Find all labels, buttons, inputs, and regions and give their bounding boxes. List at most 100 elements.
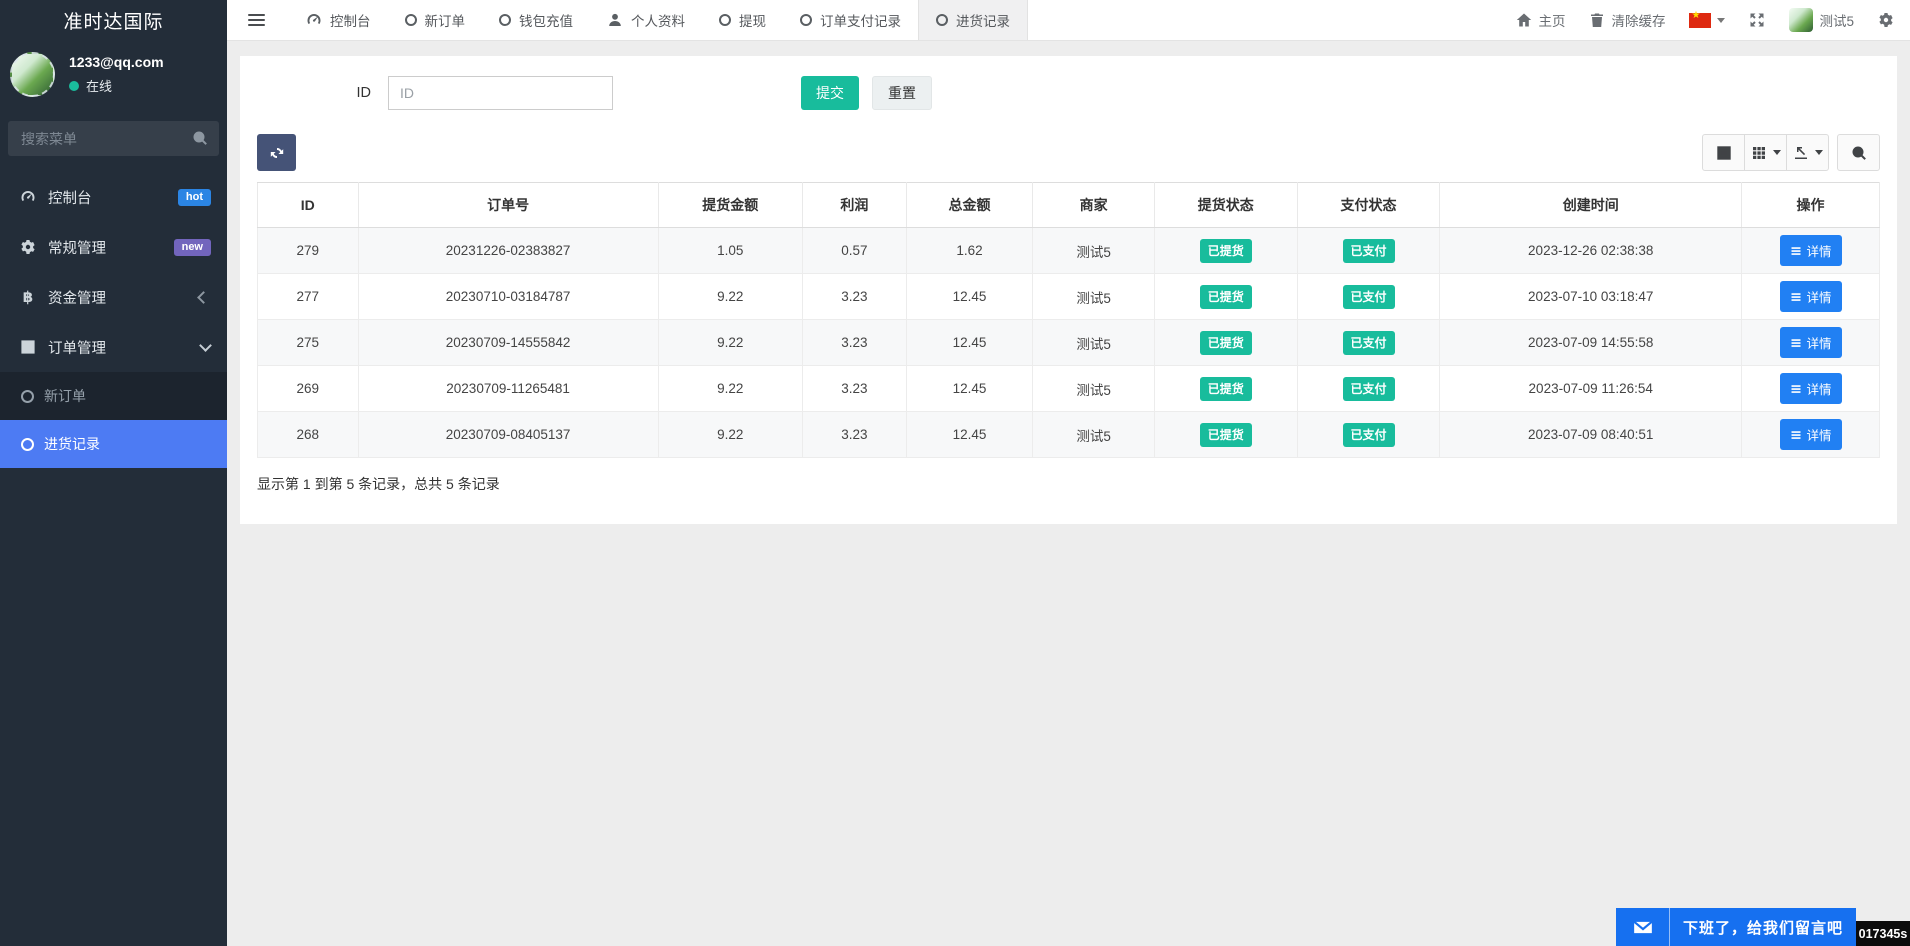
tab-label: 钱包充值 [519, 10, 573, 30]
detail-button[interactable]: 详情 [1780, 419, 1842, 450]
cell-action: 详情 [1742, 274, 1880, 320]
column-header[interactable]: 操作 [1742, 183, 1880, 228]
column-header[interactable]: 创建时间 [1440, 183, 1742, 228]
tab-console[interactable]: 控制台 [289, 0, 388, 40]
sidebar-subitem-purchase-records[interactable]: 进货记录 [0, 420, 227, 468]
sidebar-item-console[interactable]: 控制台hot [0, 172, 227, 222]
tachometer-icon [16, 189, 40, 205]
cell-id: 279 [258, 228, 359, 274]
search-icon [1851, 145, 1867, 161]
brand-title: 准时达国际 [0, 0, 227, 44]
sidebar-item-order-management[interactable]: 订单管理 [0, 322, 227, 372]
cell-action: 详情 [1742, 412, 1880, 458]
detail-view-icon [1716, 145, 1732, 161]
export-button[interactable] [1786, 134, 1829, 171]
gear-icon[interactable] [1878, 12, 1894, 28]
detail-button[interactable]: 详情 [1780, 281, 1842, 312]
table-row: 27920231226-023838271.050.571.62测试5已提货已支… [258, 228, 1880, 274]
hamburger-menu-icon[interactable] [244, 8, 269, 32]
cell-pay-status: 已支付 [1297, 228, 1440, 274]
cell-order-no: 20231226-02383827 [358, 228, 658, 274]
tab-label: 控制台 [330, 10, 371, 30]
cell-action: 详情 [1742, 366, 1880, 412]
submit-button[interactable]: 提交 [801, 76, 859, 110]
pay-status-badge: 已支付 [1343, 377, 1395, 401]
column-header[interactable]: 支付状态 [1297, 183, 1440, 228]
tab-new-order[interactable]: 新订单 [388, 0, 483, 40]
cell-profit: 3.23 [802, 412, 906, 458]
user-avatar [1789, 8, 1813, 32]
column-header[interactable]: 商家 [1033, 183, 1155, 228]
cell-total: 12.45 [906, 366, 1033, 412]
column-header[interactable]: 提货金额 [658, 183, 802, 228]
table-body: 27920231226-023838271.050.571.62测试5已提货已支… [258, 228, 1880, 458]
detail-view-button[interactable] [1702, 134, 1745, 171]
column-header[interactable]: 提货状态 [1154, 183, 1297, 228]
pickup-status-badge: 已提货 [1200, 285, 1252, 309]
language-dropdown[interactable]: ★ [1689, 13, 1725, 28]
column-header[interactable]: 总金额 [906, 183, 1033, 228]
toolbar-right [1702, 134, 1880, 171]
hot-badge: hot [178, 189, 211, 206]
reset-button[interactable]: 重置 [872, 76, 932, 110]
cell-profit: 0.57 [802, 228, 906, 274]
tab-label: 个人资料 [631, 10, 685, 30]
username-label: 测试5 [1819, 10, 1854, 30]
columns-button[interactable] [1744, 134, 1787, 171]
cell-total: 12.45 [906, 412, 1033, 458]
sidebar-item-label: 订单管理 [48, 337, 106, 358]
table-search-button[interactable] [1837, 134, 1880, 171]
tab-withdraw[interactable]: 提现 [702, 0, 783, 40]
clear-cache-link[interactable]: 清除缓存 [1589, 10, 1665, 30]
caret-down-icon [1815, 150, 1823, 155]
tab-purchase-records[interactable]: 进货记录 [918, 0, 1028, 40]
menu-search-input[interactable] [8, 121, 219, 156]
topbar-right: 主页 清除缓存 ★ 测试5 [1516, 0, 1910, 40]
cell-merchant: 测试5 [1033, 228, 1155, 274]
column-header[interactable]: 订单号 [358, 183, 658, 228]
cell-created: 2023-07-10 03:18:47 [1440, 274, 1742, 320]
list-icon [1790, 429, 1802, 441]
avatar[interactable] [10, 52, 55, 97]
home-link[interactable]: 主页 [1516, 10, 1565, 30]
detail-button[interactable]: 详情 [1780, 235, 1842, 266]
circle-icon [499, 14, 511, 26]
circle-icon [21, 438, 34, 451]
refresh-icon [269, 145, 285, 161]
tab-wallet-recharge[interactable]: 钱包充值 [482, 0, 590, 40]
cell-pickup-status: 已提货 [1154, 228, 1297, 274]
cell-pickup-status: 已提货 [1154, 320, 1297, 366]
detail-button[interactable]: 详情 [1780, 373, 1842, 404]
home-icon [1516, 12, 1532, 28]
detail-button[interactable]: 详情 [1780, 327, 1842, 358]
sidebar-item-general-management[interactable]: 常规管理new [0, 222, 227, 272]
tab-order-pay-records[interactable]: 订单支付记录 [783, 0, 918, 40]
column-header[interactable]: 利润 [802, 183, 906, 228]
tab-profile[interactable]: 个人资料 [590, 0, 702, 40]
tab-label: 订单支付记录 [820, 10, 901, 30]
cell-total: 12.45 [906, 274, 1033, 320]
fullscreen-button[interactable] [1749, 12, 1765, 28]
cell-pickup-amount: 9.22 [658, 274, 802, 320]
id-filter-input[interactable] [388, 76, 613, 110]
cell-order-no: 20230710-03184787 [358, 274, 658, 320]
cell-order-no: 20230709-08405137 [358, 412, 658, 458]
cell-pickup-status: 已提货 [1154, 412, 1297, 458]
user-menu[interactable]: 测试5 [1789, 8, 1854, 32]
sidebar-subitem-label: 进货记录 [44, 434, 100, 454]
sidebar-subitem-new-order[interactable]: 新订单 [0, 372, 227, 420]
column-header[interactable]: ID [258, 183, 359, 228]
cell-profit: 3.23 [802, 320, 906, 366]
id-filter-label: ID [257, 85, 388, 101]
expand-icon [1749, 12, 1765, 28]
refresh-button[interactable] [257, 134, 296, 171]
search-icon[interactable] [192, 130, 208, 146]
chat-widget[interactable]: 下班了，给我们留言吧 [1616, 908, 1856, 946]
cell-id: 269 [258, 366, 359, 412]
cell-profit: 3.23 [802, 366, 906, 412]
clear-cache-label: 清除缓存 [1611, 10, 1665, 30]
envelope-icon [1616, 908, 1670, 946]
pay-status-badge: 已支付 [1343, 423, 1395, 447]
cell-created: 2023-07-09 08:40:51 [1440, 412, 1742, 458]
sidebar-item-funds-management[interactable]: ฿资金管理 [0, 272, 227, 322]
